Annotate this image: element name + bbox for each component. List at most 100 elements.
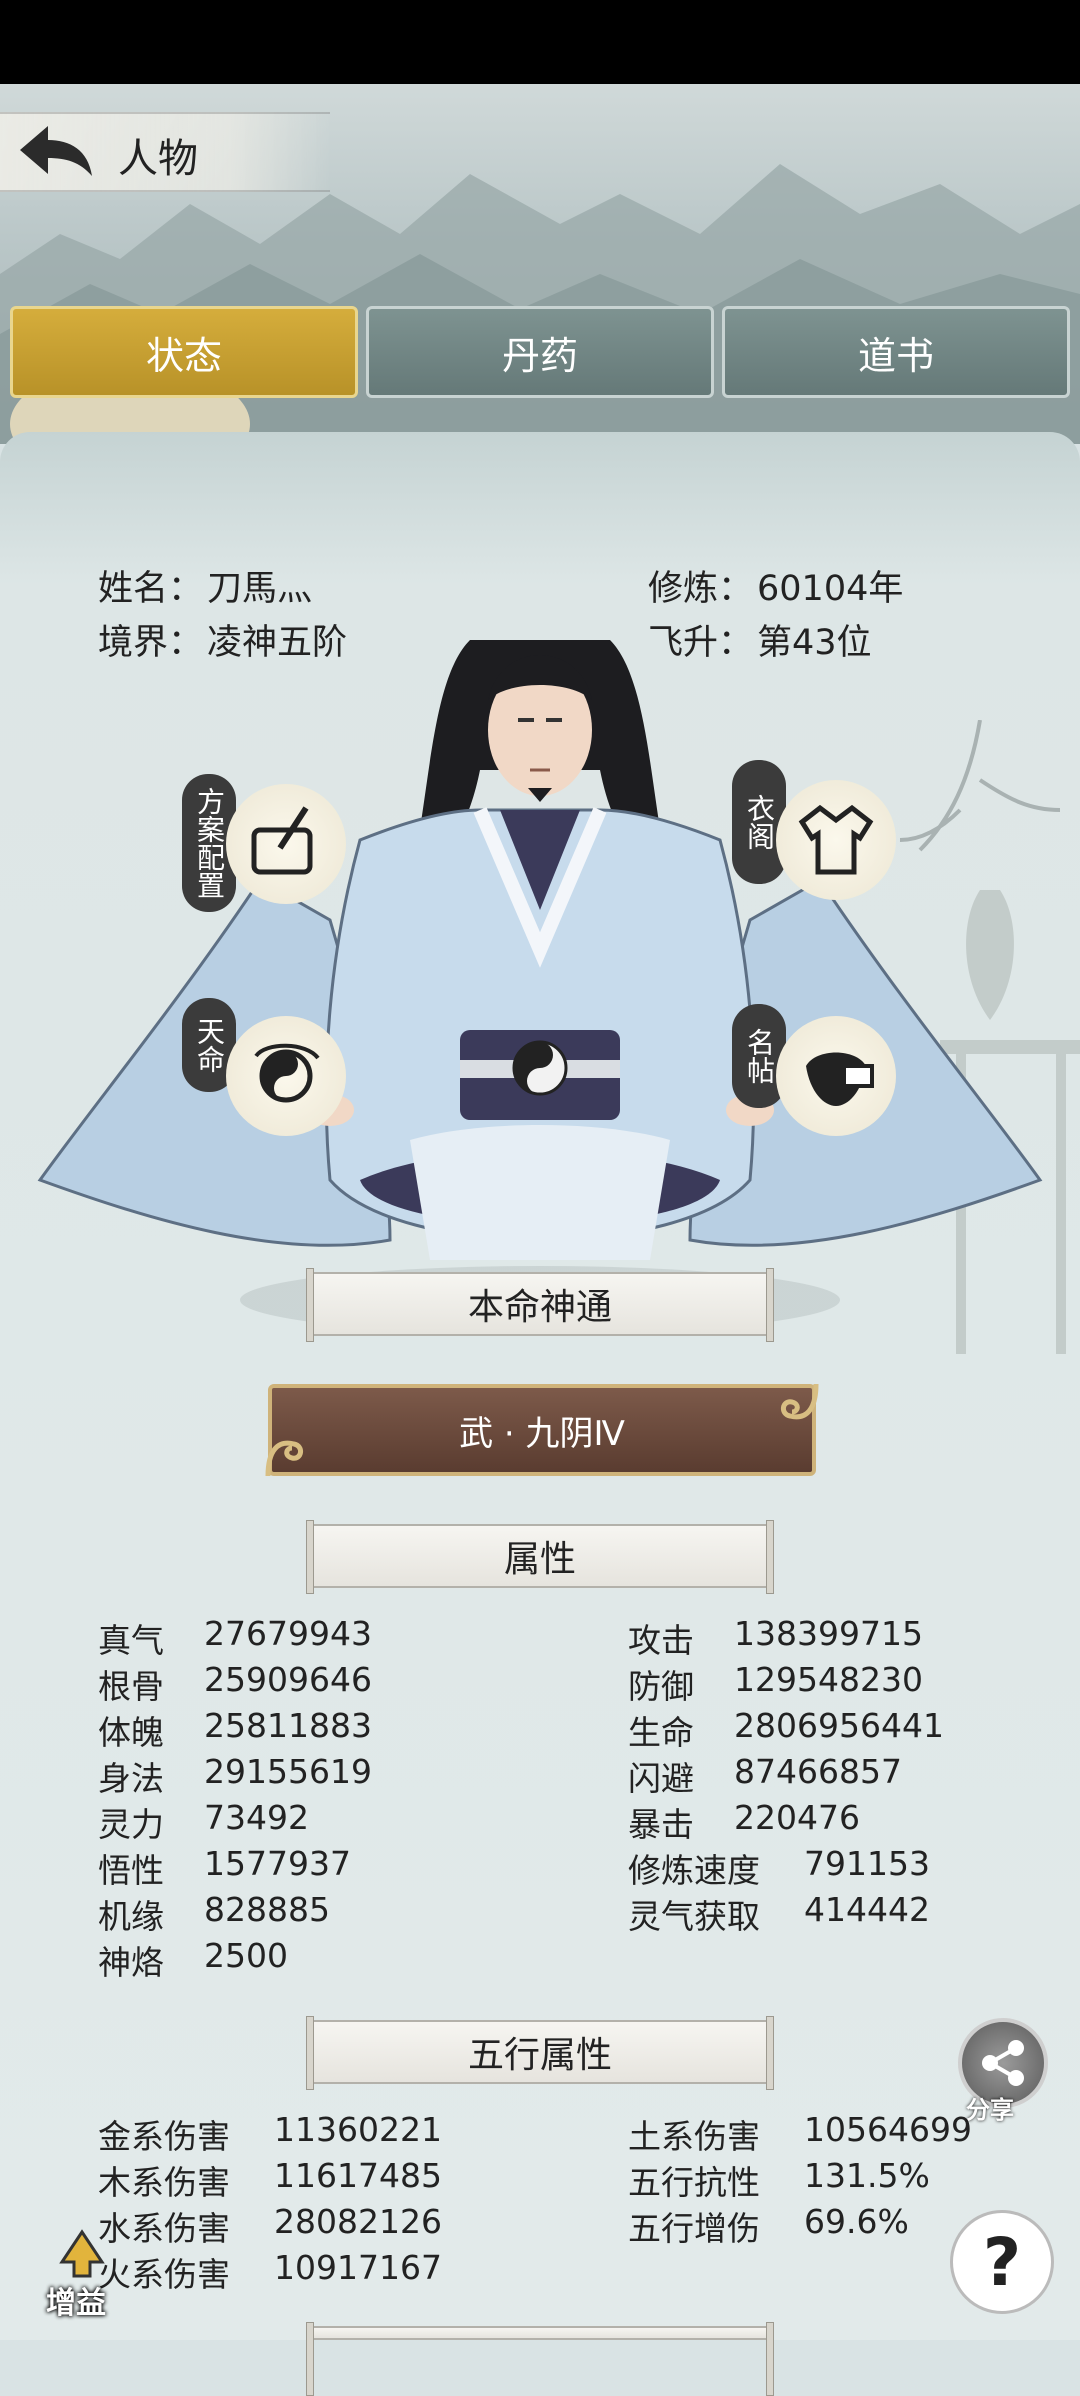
stat-row: 防御 129548230 [628,1660,923,1708]
stat-value: 27679943 [204,1614,372,1653]
stat-label: 暴击 [628,1805,694,1844]
stat-row: 火系伤害 10917167 [98,2248,442,2296]
stat-label: 悟性 [98,1851,164,1890]
back-arrow-icon[interactable] [14,120,96,182]
scroll-brush-icon [251,806,313,875]
stat-label: 身法 [98,1759,164,1798]
name-row: 姓名： 刀馬灬 [98,560,312,611]
stat-row: 身法 29155619 [98,1752,372,1800]
cultivation-value: 60104年 [757,569,904,609]
next-section-header [306,2322,774,2396]
stat-value: 791153 [804,1844,930,1883]
stat-label: 灵力 [98,1805,164,1844]
stat-value: 25811883 [204,1706,372,1745]
stat-value: 87466857 [734,1752,902,1791]
stat-value: 2806956441 [734,1706,944,1745]
innate-skill-label: 武 · 九阴Ⅳ [459,1413,625,1454]
status-bar [0,0,1080,84]
tab-daoshu[interactable]: 道书 [722,306,1070,398]
stat-label: 根骨 [98,1667,164,1706]
stat-value: 414442 [804,1890,930,1929]
stat-label: 修炼速度 [628,1851,760,1890]
stat-value: 10564699 [804,2110,972,2149]
stat-label: 灵气获取 [628,1897,760,1936]
stat-value: 11360221 [274,2110,442,2149]
cultivation-row: 修炼： 60104年 [648,560,903,611]
stat-label: 体魄 [98,1713,164,1752]
stat-row: 五行增伤 69.6% [628,2202,909,2250]
stat-row: 修炼速度 791153 [628,1844,930,1892]
stat-value: 28082126 [274,2202,442,2241]
destiny-button[interactable] [226,1016,346,1136]
stat-row: 体魄 25811883 [98,1706,372,1754]
stat-row: 机缘 828885 [98,1890,330,1938]
boost-label[interactable]: 增益 [46,2278,106,2322]
stat-row: 神烙 2500 [98,1936,288,1984]
stat-label: 水系伤害 [98,2209,230,2248]
stat-label: 金系伤害 [98,2117,230,2156]
robe-icon [798,804,874,875]
name-card-button[interactable] [776,1016,896,1136]
stat-label: 防御 [628,1667,694,1706]
stat-label: 机缘 [98,1897,164,1936]
stat-row: 生命 2806956441 [628,1706,944,1754]
tab-elixir[interactable]: 丹药 [366,306,714,398]
stat-row: 木系伤害 11617485 [98,2156,442,2204]
stat-label: 木系伤害 [98,2163,230,2202]
stat-label: 土系伤害 [628,2117,760,2156]
stat-value: 220476 [734,1798,860,1837]
tab-status[interactable]: 状态 [10,306,358,398]
character-name: 刀馬灬 [207,569,313,609]
stat-label: 五行增伤 [628,2209,760,2248]
stat-row: 金系伤害 11360221 [98,2110,442,2158]
innate-skill-button[interactable]: 武 · 九阴Ⅳ [265,1383,819,1477]
attributes-header: 属性 [306,1520,774,1594]
stat-label: 五行抗性 [628,2163,760,2202]
stat-value: 29155619 [204,1752,372,1791]
stat-value: 138399715 [734,1614,923,1653]
stat-value: 11617485 [274,2156,442,2195]
stat-value: 2500 [204,1936,288,1975]
stat-row: 灵力 73492 [98,1798,309,1846]
stat-row: 灵气获取 414442 [628,1890,930,1938]
stat-row: 五行抗性 131.5% [628,2156,930,2204]
stat-label: 生命 [628,1713,694,1752]
stat-value: 1577937 [204,1844,351,1883]
stat-label: 攻击 [628,1621,694,1660]
share-label[interactable]: 分享 [966,2090,1014,2125]
boost-arrow-icon[interactable] [54,2222,110,2278]
name-label: 姓名： [98,569,204,609]
cloud-ornament-icon [781,1383,819,1420]
innate-header: 本命神通 [306,1268,774,1342]
stat-value: 131.5% [804,2156,930,2195]
page-title: 人物 [118,136,198,182]
stat-row: 土系伤害 10564699 [628,2110,972,2158]
stat-label: 神烙 [98,1943,164,1982]
taiji-icon [254,1043,320,1103]
stat-row: 悟性 1577937 [98,1844,351,1892]
stat-label: 闪避 [628,1759,694,1798]
stat-row: 根骨 25909646 [98,1660,372,1708]
stat-row: 水系伤害 28082126 [98,2202,442,2250]
plan-config-button[interactable] [226,784,346,904]
stat-value: 25909646 [204,1660,372,1699]
stat-label: 火系伤害 [98,2255,230,2294]
stat-row: 攻击 138399715 [628,1614,923,1662]
stat-value: 828885 [204,1890,330,1929]
stat-label: 真气 [98,1621,164,1660]
stat-value: 69.6% [804,2202,909,2241]
stat-row: 真气 27679943 [98,1614,372,1662]
cloud-ornament-icon [265,1440,303,1477]
stat-value: 10917167 [274,2248,442,2287]
stat-row: 闪避 87466857 [628,1752,902,1800]
mask-icon [806,1052,874,1106]
character-portrait [37,640,1043,1334]
title-bar: 人物 [0,112,330,192]
stat-value: 129548230 [734,1660,923,1699]
elements-header: 五行属性 [306,2016,774,2090]
help-button[interactable]: ? [950,2210,1054,2314]
stat-row: 暴击 220476 [628,1798,860,1846]
cultivation-label: 修炼： [648,569,754,609]
wardrobe-button[interactable] [776,780,896,900]
stat-value: 73492 [204,1798,309,1837]
